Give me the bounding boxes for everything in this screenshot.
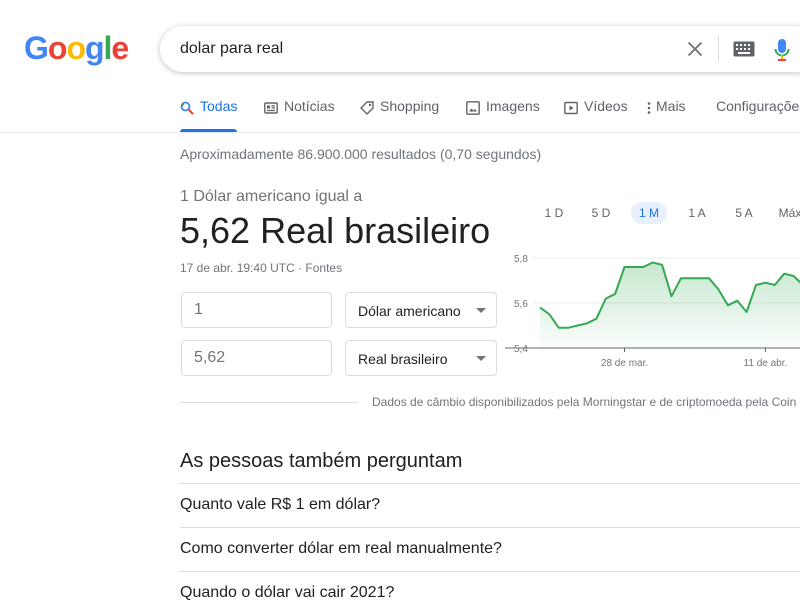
- tab-label: Configurações: [716, 98, 800, 114]
- logo-letter: e: [111, 30, 129, 66]
- to-currency-select[interactable]: Real brasileiro: [345, 340, 497, 376]
- news-icon: [264, 102, 278, 114]
- video-icon: [564, 101, 578, 115]
- image-icon: [466, 101, 480, 115]
- source-divider: [180, 402, 358, 403]
- people-also-ask-title: As pessoas também perguntam: [180, 450, 463, 472]
- tab-shopping[interactable]: Shopping: [360, 98, 439, 132]
- paa-divider: [180, 527, 800, 528]
- chart-y-tick-label: 5,8: [514, 254, 528, 265]
- conversion-result: 5,62 Real brasileiro: [180, 210, 491, 251]
- logo-letter: l: [103, 30, 113, 66]
- paa-question[interactable]: Quanto vale R$ 1 em dólar?: [180, 496, 380, 514]
- paa-divider: [180, 483, 800, 484]
- tab-mais[interactable]: Mais: [646, 98, 686, 132]
- chart-x-tick-label: 28 de mar.: [601, 358, 648, 369]
- paa-question[interactable]: Como converter dólar em real manualmente…: [180, 540, 502, 558]
- tab-label: Todas: [200, 98, 238, 114]
- chart-y-tick-label: 5,6: [514, 299, 528, 310]
- logo-letter: g: [84, 30, 105, 66]
- range-5d-button[interactable]: 5 D: [585, 202, 617, 224]
- keyboard-icon[interactable]: [733, 41, 755, 57]
- logo-letter: o: [47, 30, 68, 66]
- to-amount-field: [181, 340, 332, 376]
- range-1d-button[interactable]: 1 D: [538, 202, 570, 224]
- range-max-button[interactable]: Máx: [773, 202, 800, 224]
- conversion-timestamp: 17 de abr. 19:40 UTC · Fontes: [180, 261, 343, 275]
- dropdown-arrow-icon: [476, 308, 486, 313]
- to-currency-label: Real brasileiro: [358, 351, 448, 367]
- google-logo[interactable]: Google: [24, 30, 129, 67]
- from-amount-input[interactable]: [182, 293, 324, 327]
- chart-area: [540, 262, 800, 348]
- microphone-icon[interactable]: [774, 38, 790, 62]
- tag-icon: [360, 101, 374, 115]
- from-currency-select[interactable]: Dólar americano: [345, 292, 497, 328]
- logo-letter: o: [66, 30, 86, 66]
- paa-divider: [180, 571, 800, 572]
- tab-label: Mais: [656, 98, 686, 114]
- chart-x-tick-label: 11 de abr.: [744, 358, 788, 369]
- tab-videos[interactable]: Vídeos: [564, 98, 628, 132]
- tab-label: Notícias: [284, 98, 335, 114]
- range-1m-button[interactable]: 1 M: [631, 202, 667, 224]
- search-divider: [718, 36, 719, 62]
- conversion-label: 1 Dólar americano igual a: [180, 188, 363, 205]
- search-icon: [180, 101, 194, 115]
- header-divider: [0, 132, 800, 133]
- to-amount-input[interactable]: [182, 341, 324, 375]
- search-box: [160, 26, 800, 72]
- tab-imagens[interactable]: Imagens: [466, 98, 540, 132]
- more-vert-icon: [647, 102, 651, 114]
- search-input[interactable]: [180, 26, 660, 72]
- from-currency-label: Dólar americano: [358, 303, 461, 319]
- tab-todas[interactable]: Todas: [180, 98, 238, 132]
- tab-label: Imagens: [486, 98, 540, 114]
- paa-question[interactable]: Quando o dólar vai cair 2021?: [180, 584, 394, 602]
- logo-letter: G: [24, 30, 49, 66]
- range-5a-button[interactable]: 5 A: [728, 202, 760, 224]
- tab-noticias[interactable]: Notícias: [264, 98, 335, 132]
- tab-configuracoes[interactable]: Configurações: [716, 98, 800, 132]
- close-icon[interactable]: [684, 38, 706, 60]
- results-count: Aproximadamente 86.900.000 resultados (0…: [180, 146, 542, 162]
- dropdown-arrow-icon: [476, 356, 486, 361]
- exchange-rate-chart[interactable]: 5,8 5,6 5,4 28 de mar. 11 de abr.: [505, 245, 800, 370]
- tab-label: Vídeos: [584, 98, 628, 114]
- data-source-text: Dados de câmbio disponibilizados pela Mo…: [372, 395, 797, 409]
- range-1a-button[interactable]: 1 A: [681, 202, 713, 224]
- tab-label: Shopping: [380, 98, 440, 114]
- chart-y-tick-label: 5,4: [514, 344, 528, 355]
- from-amount-field: [181, 292, 332, 328]
